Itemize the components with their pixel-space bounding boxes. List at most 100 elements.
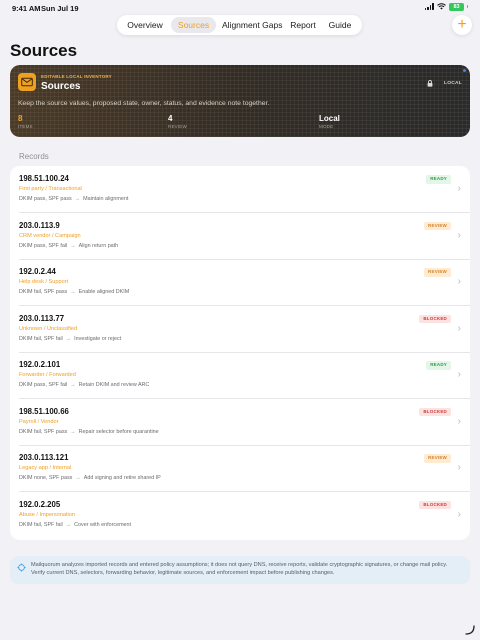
chevron-right-icon: › — [457, 462, 461, 473]
record-detail: DKIM fail, SPF fail → Cover with enforceme… — [19, 522, 131, 528]
chevron-right-icon: › — [457, 229, 461, 241]
local-badge: LOCAL — [443, 81, 462, 86]
tab-alignment-gaps[interactable]: Alignment Gaps — [216, 17, 284, 33]
battery-icon: 83 — [449, 3, 464, 11]
status-badge: BLOCKED — [419, 407, 451, 416]
record-checks: DKIM pass, SPF pass — [19, 196, 72, 202]
record-checks: DKIM fail, SPF pass — [19, 428, 68, 435]
tab-overview[interactable]: Overview — [119, 17, 171, 33]
record-row[interactable]: 198.51.100.24 First party / Transactiona… — [10, 166, 470, 213]
record-detail: DKIM pass, SPF pass → Maintain alignment — [19, 196, 128, 202]
status-indicators: 83 — [424, 3, 468, 11]
record-checks: DKIM pass, SPF fail — [19, 242, 68, 249]
section-tabs: Overview Sources Alignment Gaps Report G… — [117, 15, 362, 35]
record-action: Align return path — [78, 242, 119, 249]
record-action: Cover with enforcement — [74, 521, 132, 528]
stat-items: 8 ITEMS — [18, 114, 33, 129]
record-detail: DKIM pass, SPF fail → Retain DKIM and revi… — [19, 382, 149, 388]
record-checks: DKIM fail, SPF fail — [19, 335, 63, 342]
record-ip: 203.0.113.9 — [19, 220, 60, 230]
arrow-right-icon: → — [65, 521, 72, 528]
status-badge: READY — [426, 175, 451, 184]
status-badge: REVIEW — [424, 268, 451, 277]
hero-eyebrow: EDITABLE LOCAL INVENTORY — [41, 74, 112, 79]
cellular-signal-icon — [424, 3, 434, 11]
hero-description: Keep the source values, proposed state, … — [18, 100, 270, 107]
page-title: Sources — [10, 41, 78, 60]
add-button[interactable]: + — [452, 15, 472, 35]
disclaimer-text: Mailquorum analyzes imported records and… — [31, 562, 448, 576]
record-category: First party / Transactional — [19, 186, 82, 192]
chevron-right-icon: › — [457, 369, 461, 380]
record-detail: DKIM fail, SPF pass → Repair selector befo… — [19, 429, 159, 435]
record-action: Maintain alignment — [83, 196, 129, 202]
record-row[interactable]: 192.0.2.205 Abuse / Impersonation DKIM f… — [10, 492, 470, 539]
record-ip: 198.51.100.24 — [19, 174, 69, 183]
compass-icon — [17, 563, 26, 572]
record-category: Forwarder / Forwarded — [19, 372, 76, 378]
hero-title: Sources — [41, 81, 81, 92]
arrow-right-icon: → — [70, 382, 76, 388]
arrow-right-icon: → — [70, 428, 76, 435]
envelope-alert-icon — [18, 73, 36, 91]
status-date: Sun Jul 19 — [41, 4, 79, 13]
record-ip: 192.0.2.101 — [19, 360, 61, 369]
record-action: Repair selector before quarantine — [78, 428, 159, 435]
record-category: Unknown / Unclassified — [19, 325, 78, 332]
arrow-right-icon: → — [70, 289, 76, 295]
record-checks: DKIM pass, SPF fail — [19, 382, 68, 388]
record-action: Add signing and retire shared IP — [83, 475, 161, 481]
battery-cap — [467, 5, 468, 9]
indicator-dot — [463, 69, 466, 72]
record-category: Help desk / Support — [19, 279, 69, 285]
record-category: CRM vendor / Campaign — [19, 232, 81, 239]
records-list: 198.51.100.24 First party / Transactiona… — [10, 166, 470, 540]
record-checks: DKIM none, SPF pass — [19, 475, 73, 481]
plus-icon: + — [457, 16, 467, 33]
record-row[interactable]: 198.51.100.66 Payroll / Vendor DKIM fail… — [10, 399, 470, 445]
status-badge: REVIEW — [424, 221, 451, 230]
status-bar: 9:41 AM Sun Jul 19 83 — [0, 0, 480, 14]
records-section-label: Records — [19, 152, 49, 161]
status-time: 9:41 AM — [12, 4, 41, 13]
record-ip: 192.0.2.205 — [19, 499, 61, 509]
chevron-right-icon: › — [457, 508, 461, 520]
record-checks: DKIM fail, SPF pass — [19, 289, 68, 295]
record-ip: 203.0.113.77 — [19, 313, 65, 323]
stat-value: 4 — [168, 114, 173, 123]
record-detail: DKIM fail, SPF fail → Investigate or rejec… — [19, 336, 121, 342]
stat-mode: Local MODE — [319, 114, 340, 129]
stat-value: 8 — [18, 114, 23, 123]
lock-icon — [427, 80, 433, 87]
record-category: Payroll / Vendor — [19, 418, 59, 425]
tab-guide[interactable]: Guide — [322, 17, 358, 33]
status-badge: REVIEW — [424, 454, 451, 463]
record-ip: 198.51.100.66 — [19, 406, 69, 416]
record-row[interactable]: 203.0.113.77 Unknown / Unclassified DKIM… — [10, 306, 470, 352]
record-detail: DKIM fail, SPF pass → Enable aligned DKIM — [19, 289, 129, 295]
record-row[interactable]: 203.0.113.9 CRM vendor / Campaign DKIM p… — [10, 213, 470, 259]
arrow-right-icon: → — [65, 335, 72, 342]
wifi-icon — [437, 3, 446, 10]
record-detail: DKIM pass, SPF fail → Align return path — [19, 243, 118, 249]
stat-label: REVIEW — [168, 124, 187, 129]
stat-label: ITEMS — [18, 124, 33, 129]
record-row[interactable]: 192.0.2.44 Help desk / Support DKIM fail… — [10, 259, 470, 306]
tab-sources[interactable]: Sources — [171, 17, 216, 33]
status-badge: BLOCKED — [419, 500, 451, 509]
record-category: Legacy app / Internal — [19, 465, 72, 471]
record-checks: DKIM fail, SPF fail — [19, 521, 63, 528]
record-action: Investigate or reject — [74, 335, 122, 342]
stat-review: 4 REVIEW — [168, 114, 187, 129]
status-badge: READY — [426, 361, 451, 370]
tab-report[interactable]: Report — [284, 17, 322, 33]
record-action: Enable aligned DKIM — [78, 289, 130, 295]
record-row[interactable]: 203.0.113.121 Legacy app / Internal DKIM… — [10, 445, 470, 492]
record-row[interactable]: 192.0.2.101 Forwarder / Forwarded DKIM p… — [10, 352, 470, 399]
resize-grip-icon[interactable] — [465, 625, 475, 635]
chevron-right-icon: › — [457, 322, 461, 334]
chevron-right-icon: › — [457, 276, 461, 287]
record-category: Abuse / Impersonation — [19, 511, 75, 518]
chevron-right-icon: › — [457, 183, 461, 194]
chevron-right-icon: › — [457, 415, 461, 427]
